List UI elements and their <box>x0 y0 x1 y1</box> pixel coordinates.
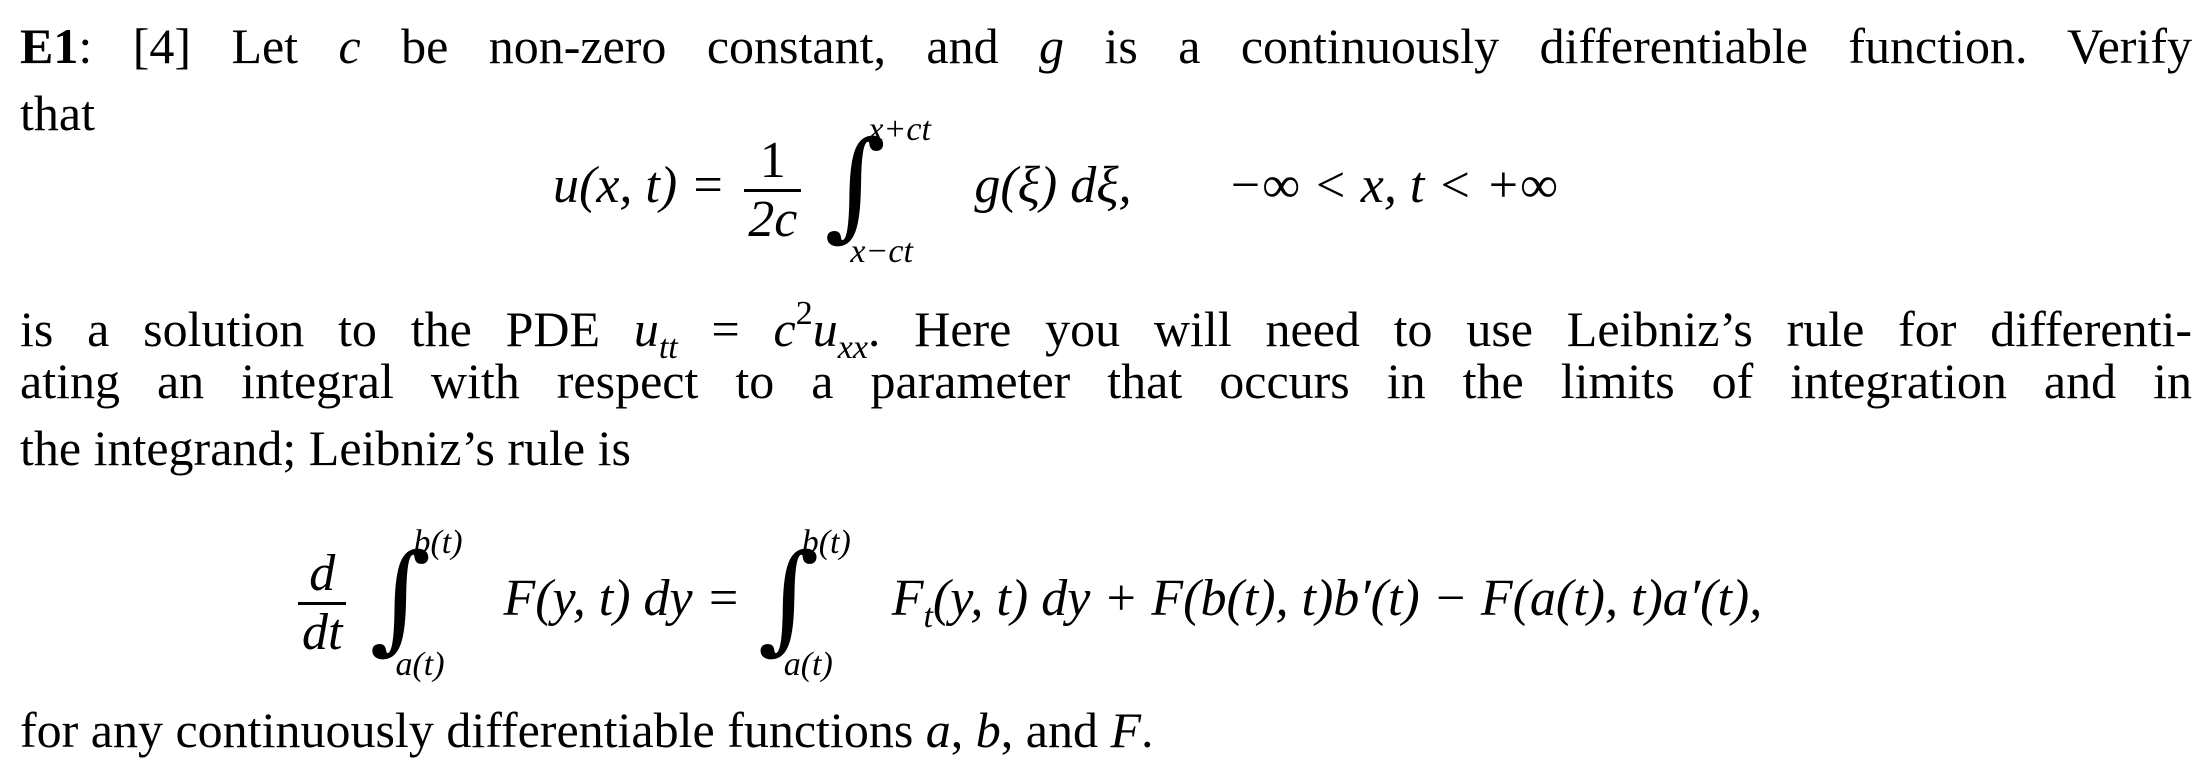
document-page: E1: [4] Let c be non-zero constant, and … <box>0 0 2212 780</box>
eq1-frac-num: 1 <box>759 131 786 189</box>
eq2-frac-den: dt <box>298 601 347 661</box>
equation-solution: u(x, t) = 1 2c ∫ x+ct x−ct g(ξ) dξ, −∞ <… <box>553 111 1558 270</box>
problem-statement-line-1: E1: [4] Let c be non-zero constant, and … <box>20 18 2193 74</box>
var-a: a <box>925 702 951 758</box>
var-c: c <box>338 18 361 74</box>
eq2-frac-num: d <box>309 544 336 602</box>
eq1-upper-limit: x+ct <box>868 111 931 148</box>
problem-statement-line-2: that <box>20 85 95 141</box>
paragraph-line-2: ating an integral with respect to a para… <box>20 353 2192 409</box>
eq2-rhs-upper-limit: b(t) <box>801 524 851 561</box>
problem-points: [4] <box>132 18 192 74</box>
eq1-lower-limit: x−ct <box>850 233 913 270</box>
eq2-rhs: Ft(y, t) dy + F(b(t), t)b′(t) − F(a(t), … <box>891 569 1763 635</box>
eq2-integral-rhs: ∫ b(t) a(t) <box>758 524 851 683</box>
eq1-domain: −∞ < x, t < +∞ <box>1227 156 1558 214</box>
pde-expression: utt = c2uxx <box>633 295 868 366</box>
paragraph-line-3: the integrand; Leibniz’s rule is <box>20 420 631 476</box>
eq2-lhs-integrand: F(y, t) dy = <box>503 569 741 627</box>
eq1-fraction: 1 2c <box>744 131 802 248</box>
eq1-integral: ∫ x+ct x−ct <box>824 111 931 270</box>
eq2-rhs-lower-limit: a(t) <box>783 646 833 683</box>
var-g: g <box>1039 18 1065 74</box>
equation-leibniz-rule: d dt ∫ b(t) a(t) F(y, t) dy = ∫ b(t) a(t… <box>292 524 1763 683</box>
eq2-derivative-fraction: d dt <box>298 544 347 661</box>
var-b: b <box>975 702 1001 758</box>
eq1-lhs: u(x, t) = <box>553 156 726 214</box>
eq2-upper-limit: b(t) <box>413 524 463 561</box>
closing-line: for any continuously differentiable func… <box>20 702 1154 758</box>
problem-label: E1 <box>20 18 79 74</box>
eq2-integral-lhs: ∫ b(t) a(t) <box>369 524 462 683</box>
eq1-integrand: g(ξ) dξ, <box>974 156 1132 214</box>
var-F: F <box>1110 702 1142 758</box>
eq2-lower-limit: a(t) <box>395 646 445 683</box>
eq1-frac-den: 2c <box>744 188 802 248</box>
